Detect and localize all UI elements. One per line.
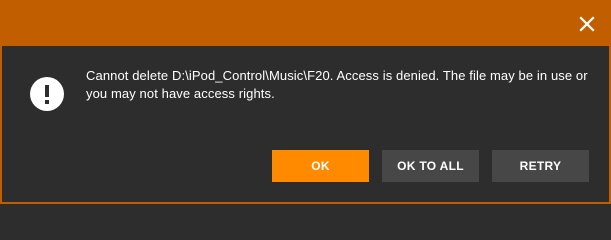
ok-button[interactable]: OK xyxy=(272,150,369,182)
error-dialog: Cannot delete D:\iPod_Control\Music\F20.… xyxy=(0,0,611,204)
retry-button[interactable]: RETRY xyxy=(492,150,589,182)
ok-to-all-button[interactable]: OK TO ALL xyxy=(382,150,479,182)
close-icon xyxy=(579,16,595,32)
exclamation-icon xyxy=(30,77,64,111)
dialog-titlebar xyxy=(2,2,609,46)
error-message: Cannot delete D:\iPod_Control\Music\F20.… xyxy=(86,68,588,101)
close-button[interactable] xyxy=(571,8,603,40)
